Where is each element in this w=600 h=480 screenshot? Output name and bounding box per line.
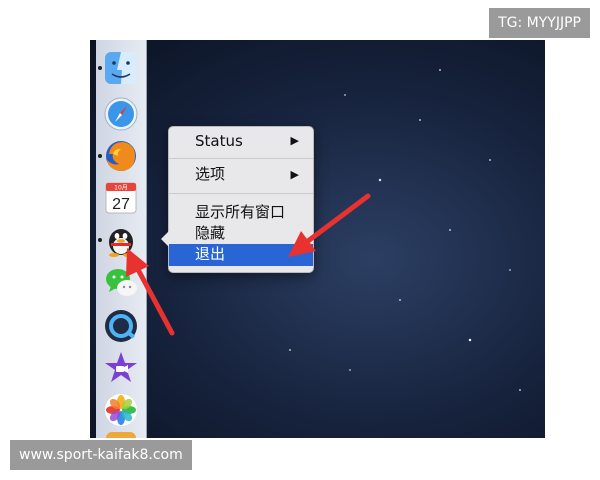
annotation-overlay: [126, 193, 371, 336]
annotation-arrow-to-qq: [126, 248, 175, 336]
watermark-bottom-left: www.sport-kaifak8.com: [10, 440, 192, 470]
annotation-arrow-to-quit: [288, 193, 371, 257]
